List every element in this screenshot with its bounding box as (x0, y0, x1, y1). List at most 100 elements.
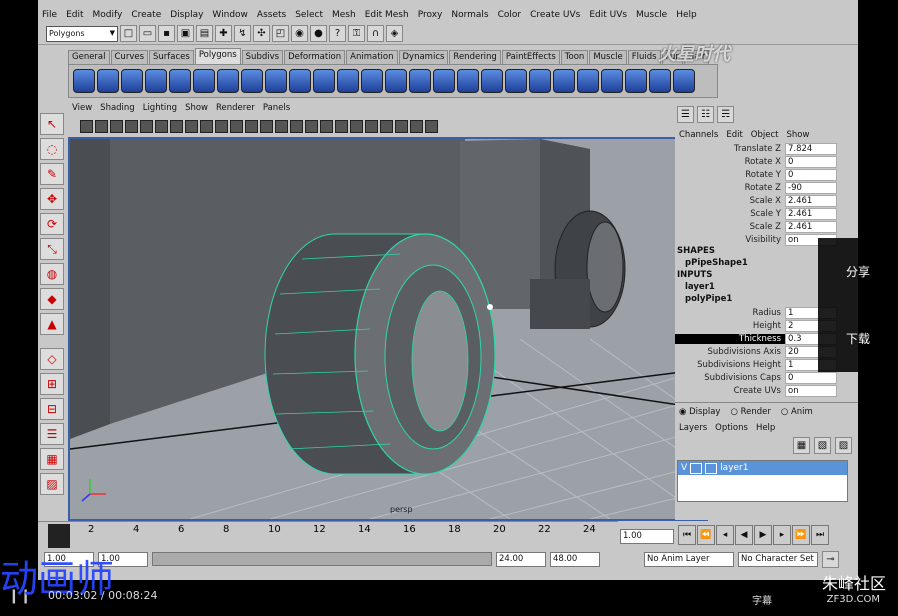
new-layer-selected-icon[interactable]: ▧ (814, 437, 831, 454)
single-view-icon[interactable]: ◇ (40, 348, 64, 370)
range-end-field[interactable]: 48.00 (550, 551, 600, 567)
menu-item-normals[interactable]: Normals (451, 10, 488, 20)
share-button[interactable]: 分享 (818, 238, 898, 305)
shelf-tab-animation[interactable]: Animation (346, 50, 398, 64)
new-layer-icon[interactable]: ▦ (793, 437, 810, 454)
step-back-icon[interactable]: ◂ (716, 525, 734, 545)
layer-radio-anim[interactable]: ○ Anim (781, 407, 813, 417)
attr-value[interactable]: 2.461 (785, 220, 837, 233)
menu-item-create[interactable]: Create (131, 10, 161, 20)
outliner-view-icon[interactable]: ☰ (40, 423, 64, 445)
shelf-tab-subdivs[interactable]: Subdivs (241, 50, 284, 64)
range-slider[interactable] (152, 552, 492, 566)
channel-menu-channels[interactable]: Channels (679, 130, 718, 142)
ipr-icon[interactable]: ● (310, 25, 327, 42)
shelf-tool-icon[interactable] (241, 69, 263, 93)
layer-type-toggle[interactable] (690, 462, 703, 474)
attr-value[interactable]: 2.461 (785, 207, 837, 220)
tool-settings-icon[interactable]: ☴ (717, 106, 734, 123)
shelf-tool-icon[interactable] (121, 69, 143, 93)
current-frame-field[interactable]: 1.00 (620, 529, 674, 544)
four-view-icon[interactable]: ⊞ (40, 373, 64, 395)
subtitle-button[interactable]: 字幕 (752, 592, 772, 607)
shelf-tab-dynamics[interactable]: Dynamics (398, 50, 449, 64)
layer-name[interactable]: layer1 (720, 463, 748, 473)
attribute-editor-icon[interactable]: ☷ (697, 106, 714, 123)
attr-row[interactable]: Rotate X 0 (675, 155, 858, 168)
play-forward-icon[interactable]: ▶ (754, 525, 772, 545)
viewport-tool-icon[interactable] (95, 119, 108, 133)
step-back-key-icon[interactable]: ⏪ (697, 525, 715, 545)
menu-item-edit[interactable]: Edit (66, 10, 83, 20)
viewport-tool-icon[interactable] (245, 119, 258, 133)
uv-icon[interactable]: ◈ (386, 25, 403, 42)
viewport-tool-icon[interactable] (290, 119, 303, 133)
help-icon[interactable]: ? (329, 25, 346, 42)
viewport-tool-icon[interactable] (125, 119, 138, 133)
shelf-tool-icon[interactable] (553, 69, 575, 93)
shelf-tab-painteffects[interactable]: PaintEffects (501, 50, 560, 64)
shelf-tab-deformation[interactable]: Deformation (284, 50, 346, 64)
time-slider[interactable]: 2 4 6 8 10 12 14 16 18 20 22 24 (38, 521, 618, 548)
menu-item-window[interactable]: Window (212, 10, 248, 20)
shelf-tool-icon[interactable] (625, 69, 647, 93)
step-forward-key-icon[interactable]: ⏩ (792, 525, 810, 545)
history-icon[interactable]: ◰ (272, 25, 289, 42)
menu-item-display[interactable]: Display (170, 10, 203, 20)
viewport-tool-icon[interactable] (395, 119, 408, 133)
menu-item-file[interactable]: File (42, 10, 57, 20)
perspective-viewport[interactable]: persp (68, 137, 708, 521)
attr-row[interactable]: Translate Z 7.824 (675, 142, 858, 155)
anim-layer-select[interactable]: No Anim Layer (644, 551, 734, 567)
soft-mod-icon[interactable]: ◆ (40, 288, 64, 310)
menu-item-create-uvs[interactable]: Create UVs (530, 10, 580, 20)
viewport-menu-shading[interactable]: Shading (100, 103, 135, 115)
attr-value[interactable]: 7.824 (785, 142, 837, 155)
scale-tool-icon[interactable]: ⤡ (40, 238, 64, 260)
shelf-tool-icon[interactable] (409, 69, 431, 93)
shelf-tool-icon[interactable] (433, 69, 455, 93)
viewport-menu-renderer[interactable]: Renderer (216, 103, 255, 115)
viewport-tool-icon[interactable] (200, 119, 213, 133)
viewport-menu-show[interactable]: Show (185, 103, 208, 115)
viewport-tool-icon[interactable] (350, 119, 363, 133)
viewport-tool-icon[interactable] (230, 119, 243, 133)
shelf-tool-icon[interactable] (529, 69, 551, 93)
shelf-tool-icon[interactable] (337, 69, 359, 93)
attr-value[interactable]: 0 (785, 371, 837, 384)
snap-grid-icon[interactable]: ✚ (215, 25, 232, 42)
attr-value[interactable]: 0 (785, 168, 837, 181)
play-back-icon[interactable]: ◀ (735, 525, 753, 545)
layer-radio-render[interactable]: ○ Render (730, 407, 770, 417)
viewport-tool-icon[interactable] (275, 119, 288, 133)
shelf-tool-icon[interactable] (193, 69, 215, 93)
viewport-menu-lighting[interactable]: Lighting (143, 103, 177, 115)
layer-menu-layers[interactable]: Layers (679, 423, 707, 433)
shelf-tool-icon[interactable] (481, 69, 503, 93)
menu-item-proxy[interactable]: Proxy (418, 10, 443, 20)
viewport-tool-icon[interactable] (215, 119, 228, 133)
viewport-tool-icon[interactable] (260, 119, 273, 133)
viewport-tool-icon[interactable] (110, 119, 123, 133)
open-scene-icon[interactable]: ▭ (139, 25, 156, 42)
key-icon[interactable]: ⊸ (822, 550, 839, 568)
menu-item-edit-uvs[interactable]: Edit UVs (589, 10, 627, 20)
shelf-tab-curves[interactable]: Curves (110, 50, 149, 64)
menu-item-assets[interactable]: Assets (257, 10, 286, 20)
move-tool-icon[interactable]: ✥ (40, 188, 64, 210)
shelf-tool-icon[interactable] (169, 69, 191, 93)
shelf-tool-icon[interactable] (577, 69, 599, 93)
shelf-tab-general[interactable]: General (68, 50, 110, 64)
channel-menu-show[interactable]: Show (786, 130, 809, 142)
select-object-icon[interactable]: ▤ (196, 25, 213, 42)
channel-menu-object[interactable]: Object (751, 130, 779, 142)
save-scene-icon[interactable]: ▪ (158, 25, 175, 42)
viewport-tool-icon[interactable] (425, 119, 438, 133)
layer-row[interactable]: V layer1 (678, 461, 847, 475)
layer-color-swatch[interactable] (705, 462, 718, 474)
go-start-icon[interactable]: ⏮ (678, 525, 696, 545)
viewport-menu-view[interactable]: View (72, 103, 92, 115)
layer-settings-icon[interactable]: ▨ (835, 437, 852, 454)
viewport-tool-icon[interactable] (410, 119, 423, 133)
shelf-tool-icon[interactable] (385, 69, 407, 93)
